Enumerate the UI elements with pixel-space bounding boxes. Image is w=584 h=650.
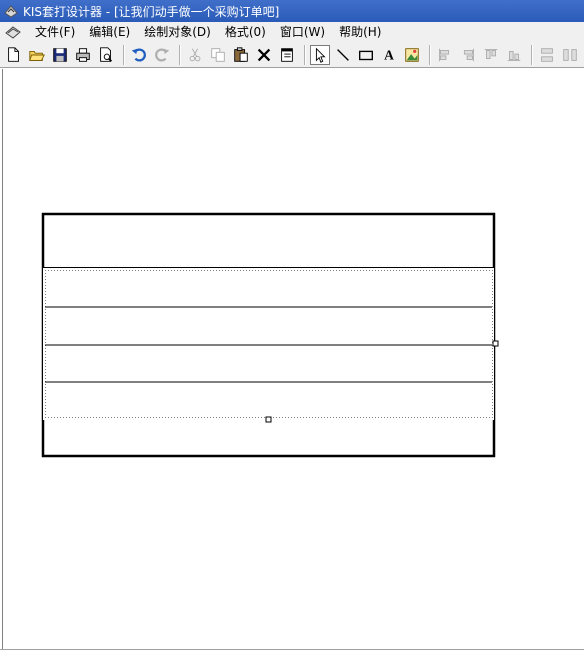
line-icon	[337, 48, 349, 61]
menu-bar: 文件(F) 编辑(E) 绘制对象(D) 格式(0) 窗口(W) 帮助(H)	[0, 22, 584, 42]
paste-button[interactable]	[231, 45, 251, 65]
copy-button[interactable]	[208, 45, 228, 65]
cut-icon	[189, 47, 201, 61]
toolbar: A	[0, 42, 584, 68]
align-top-icon	[484, 48, 498, 59]
kis-app-icon	[4, 5, 18, 18]
properties-button[interactable]	[277, 45, 297, 65]
text-icon: A	[384, 47, 394, 62]
align-left-icon	[439, 48, 450, 61]
toolbar-separator	[123, 44, 125, 65]
image-icon	[405, 47, 419, 62]
new-button[interactable]	[4, 45, 24, 65]
delete-icon	[257, 48, 271, 61]
same-width-icon	[563, 48, 577, 61]
resize-handle-right[interactable]	[492, 340, 499, 347]
document-icon[interactable]	[4, 24, 22, 40]
align-right-icon	[463, 48, 474, 61]
redo-icon	[155, 48, 170, 61]
undo-icon	[131, 48, 146, 61]
same-height-icon	[541, 47, 553, 62]
selection-border-left	[43, 268, 46, 420]
align-top-button[interactable]	[481, 45, 501, 65]
open-button[interactable]	[27, 45, 47, 65]
image-button[interactable]	[402, 45, 422, 65]
copy-icon	[211, 47, 225, 62]
rectangle-icon	[359, 50, 373, 60]
layout-drawing	[41, 212, 499, 458]
properties-icon	[281, 47, 293, 62]
design-canvas[interactable]	[2, 69, 583, 649]
resize-handle-bottom[interactable]	[265, 416, 272, 423]
text-button[interactable]: A	[379, 45, 399, 65]
menu-edit[interactable]: 编辑(E)	[82, 22, 137, 42]
select-pointer-button[interactable]	[310, 44, 330, 65]
paste-icon	[234, 46, 248, 62]
align-bottom-icon	[507, 50, 521, 61]
menu-window[interactable]: 窗口(W)	[273, 22, 332, 42]
redo-button[interactable]	[152, 45, 172, 65]
window-title: KIS套打设计器 - [让我们动手做一个采购订单吧]	[23, 4, 280, 19]
selection-border-top	[43, 268, 494, 271]
same-height-button[interactable]	[537, 45, 557, 65]
save-button[interactable]	[50, 45, 70, 65]
toolbar-separator	[304, 44, 306, 65]
new-icon	[8, 46, 19, 62]
open-icon	[29, 50, 45, 61]
svg-text:A: A	[384, 47, 394, 62]
rectangle-button[interactable]	[356, 45, 376, 65]
title-bar: KIS套打设计器 - [让我们动手做一个采购订单吧]	[0, 0, 584, 22]
menu-file[interactable]: 文件(F)	[28, 22, 82, 42]
select-pointer-icon	[315, 47, 326, 63]
toolbar-separator	[429, 44, 431, 65]
align-bottom-button[interactable]	[504, 45, 524, 65]
line-button[interactable]	[333, 45, 353, 65]
align-left-button[interactable]	[435, 45, 455, 65]
align-right-button[interactable]	[458, 45, 478, 65]
toolbar-separator	[531, 44, 533, 65]
delete-button[interactable]	[254, 45, 274, 65]
toolbar-separator	[179, 44, 181, 65]
undo-button[interactable]	[129, 45, 149, 65]
print-icon	[76, 47, 90, 62]
cut-button[interactable]	[185, 45, 205, 65]
save-icon	[53, 47, 67, 62]
print-button[interactable]	[73, 45, 93, 65]
print-preview-icon	[100, 46, 113, 62]
menu-draw-objects[interactable]: 绘制对象(D)	[137, 22, 218, 42]
menu-format[interactable]: 格式(0)	[218, 22, 273, 42]
menu-help[interactable]: 帮助(H)	[332, 22, 388, 42]
print-preview-button[interactable]	[96, 45, 116, 65]
same-width-button[interactable]	[560, 45, 580, 65]
